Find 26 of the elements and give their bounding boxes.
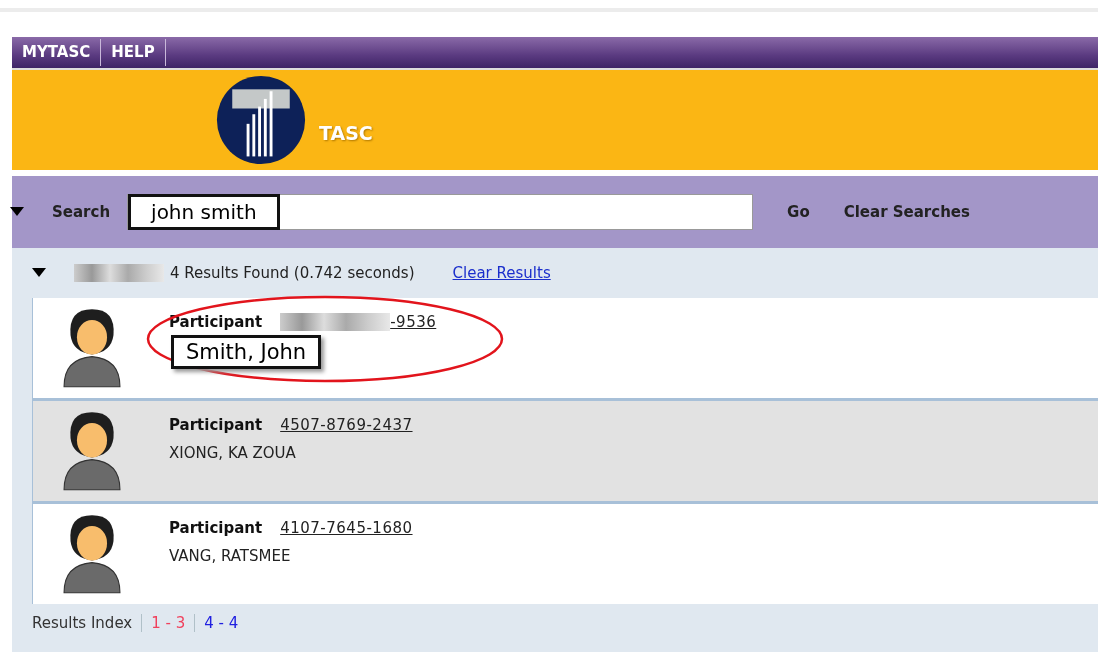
account-link[interactable]: -9536 [390,313,437,331]
clear-results-link[interactable]: Clear Results [452,264,551,282]
result-row[interactable]: Participant 4107-7645-1680 VANG, RATSMEE [33,504,1098,604]
collapse-icon[interactable] [10,207,24,217]
participant-name: VANG, RATSMEE [169,547,292,565]
account-link[interactable]: 4107-7645-1680 [280,519,413,537]
result-type: Participant [169,313,263,331]
account-link[interactable]: 4507-8769-2437 [280,416,413,434]
search-label: Search [52,203,111,221]
logo-icon [215,74,307,166]
result-row[interactable]: Participant 4507-8769-2437 XIONG, KA ZOUA [33,401,1098,501]
result-row[interactable]: Participant -9536 Smith, John [33,298,1098,398]
brand-name: TASC [319,122,373,144]
collapse-icon[interactable] [32,268,46,278]
results-index-label: Results Index [32,614,133,632]
search-field[interactable]: john smith [127,194,754,230]
page-link[interactable]: 4 - 4 [204,614,239,632]
clear-searches-button[interactable]: Clear Searches [843,203,970,221]
name-callout: Smith, John [171,335,322,369]
nav-link[interactable]: MYTASC [12,39,102,66]
result-type: Participant [169,519,263,537]
result-type: Participant [169,416,263,434]
participant-name: XIONG, KA ZOUA [169,444,297,462]
go-button[interactable]: Go [787,203,810,221]
nav-link[interactable]: HELP [101,39,166,66]
results-summary: 4 Results Found (0.742 seconds) [170,264,415,282]
